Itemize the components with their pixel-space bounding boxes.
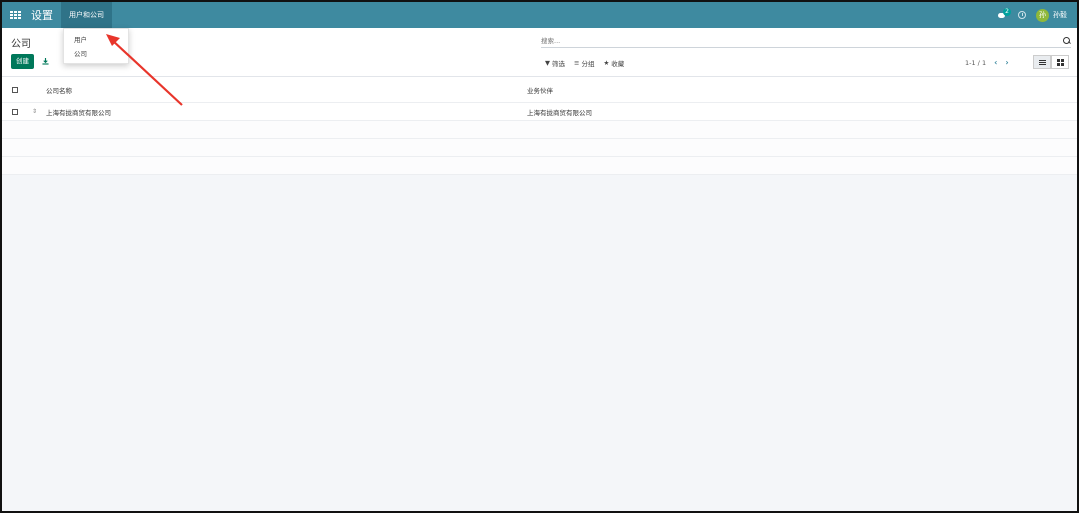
groupby-bars-icon: ≡ bbox=[574, 59, 580, 67]
messages-icon[interactable]: 2 bbox=[998, 7, 1011, 19]
kanban-view-button[interactable] bbox=[1051, 55, 1069, 69]
search-input[interactable] bbox=[541, 36, 1063, 45]
row-checkbox[interactable] bbox=[12, 108, 18, 115]
user-menu[interactable]: 孙 孙毅 bbox=[1036, 8, 1067, 22]
groupby-label: 分组 bbox=[581, 60, 595, 68]
groupby-button[interactable]: ≡ 分组 bbox=[574, 58, 594, 68]
top-navbar: 设置 用户和公司 2 孙 孙毅 bbox=[2, 2, 1077, 28]
table-header: 公司名称 业务伙伴 bbox=[2, 77, 1077, 103]
create-button[interactable]: 创建 bbox=[11, 54, 34, 69]
breadcrumb: 公司 bbox=[11, 39, 31, 50]
apps-grid-icon bbox=[9, 11, 21, 19]
messages-badge: 2 bbox=[1003, 7, 1011, 16]
control-panel: 公司 创建 ▼ 筛选 ≡ 分组 ★ 收藏 1-1 / 1 bbox=[2, 28, 1077, 77]
pager-previous-icon[interactable]: ‹ bbox=[994, 58, 997, 67]
favorites-button[interactable]: ★ 收藏 bbox=[603, 58, 624, 68]
search-icon[interactable] bbox=[1063, 36, 1071, 45]
cell-company-name: 上海有拢商贸有限公司 bbox=[46, 108, 111, 117]
dropdown-item-companies[interactable]: 公司 bbox=[64, 47, 128, 61]
drag-handle-icon[interactable]: ⇕ bbox=[32, 108, 46, 115]
empty-row bbox=[2, 139, 1077, 157]
pager: 1-1 / 1 ‹ › bbox=[965, 58, 1009, 67]
favorites-label: 收藏 bbox=[611, 60, 625, 68]
empty-row bbox=[2, 121, 1077, 139]
app-window: 设置 用户和公司 2 孙 孙毅 公司 创建 ▼ bbox=[0, 0, 1079, 513]
download-icon[interactable] bbox=[42, 58, 49, 65]
avatar: 孙 bbox=[1036, 8, 1049, 22]
users-companies-dropdown: 用户 公司 bbox=[63, 28, 129, 64]
kanban-view-icon bbox=[1056, 58, 1064, 66]
filter-label: 筛选 bbox=[552, 60, 565, 68]
dropdown-item-users[interactable]: 用户 bbox=[64, 33, 128, 47]
column-header-company-name[interactable]: 公司名称 bbox=[32, 85, 527, 95]
companies-list: 公司名称 业务伙伴 ⇕ 上海有拢商贸有限公司 上海有拢商贸有限公司 bbox=[2, 77, 1077, 175]
menu-users-companies[interactable]: 用户和公司 bbox=[61, 2, 112, 28]
table-row[interactable]: ⇕ 上海有拢商贸有限公司 上海有拢商贸有限公司 bbox=[2, 103, 1077, 121]
activity-clock-icon[interactable] bbox=[1018, 11, 1026, 19]
list-view-icon bbox=[1038, 59, 1046, 65]
apps-menu-button[interactable] bbox=[2, 2, 28, 28]
filter-button[interactable]: ▼ 筛选 bbox=[545, 58, 565, 68]
pager-value[interactable]: 1-1 / 1 bbox=[965, 59, 986, 67]
user-name: 孙毅 bbox=[1053, 11, 1067, 19]
empty-row bbox=[2, 157, 1077, 175]
view-switcher bbox=[1033, 55, 1069, 69]
column-header-partner[interactable]: 业务伙伴 bbox=[527, 85, 1077, 95]
pager-next-icon[interactable]: › bbox=[1005, 58, 1008, 67]
navbar-systray: 2 孙 孙毅 bbox=[998, 7, 1077, 22]
filter-funnel-icon: ▼ bbox=[545, 59, 550, 67]
favorites-star-icon: ★ bbox=[603, 59, 610, 67]
search-bar bbox=[541, 34, 1071, 48]
cell-partner: 上海有拢商贸有限公司 bbox=[527, 108, 592, 117]
list-view-button[interactable] bbox=[1033, 55, 1051, 69]
search-options: ▼ 筛选 ≡ 分组 ★ 收藏 bbox=[545, 58, 624, 68]
select-all-checkbox[interactable] bbox=[12, 86, 18, 93]
app-title[interactable]: 设置 bbox=[28, 7, 61, 23]
